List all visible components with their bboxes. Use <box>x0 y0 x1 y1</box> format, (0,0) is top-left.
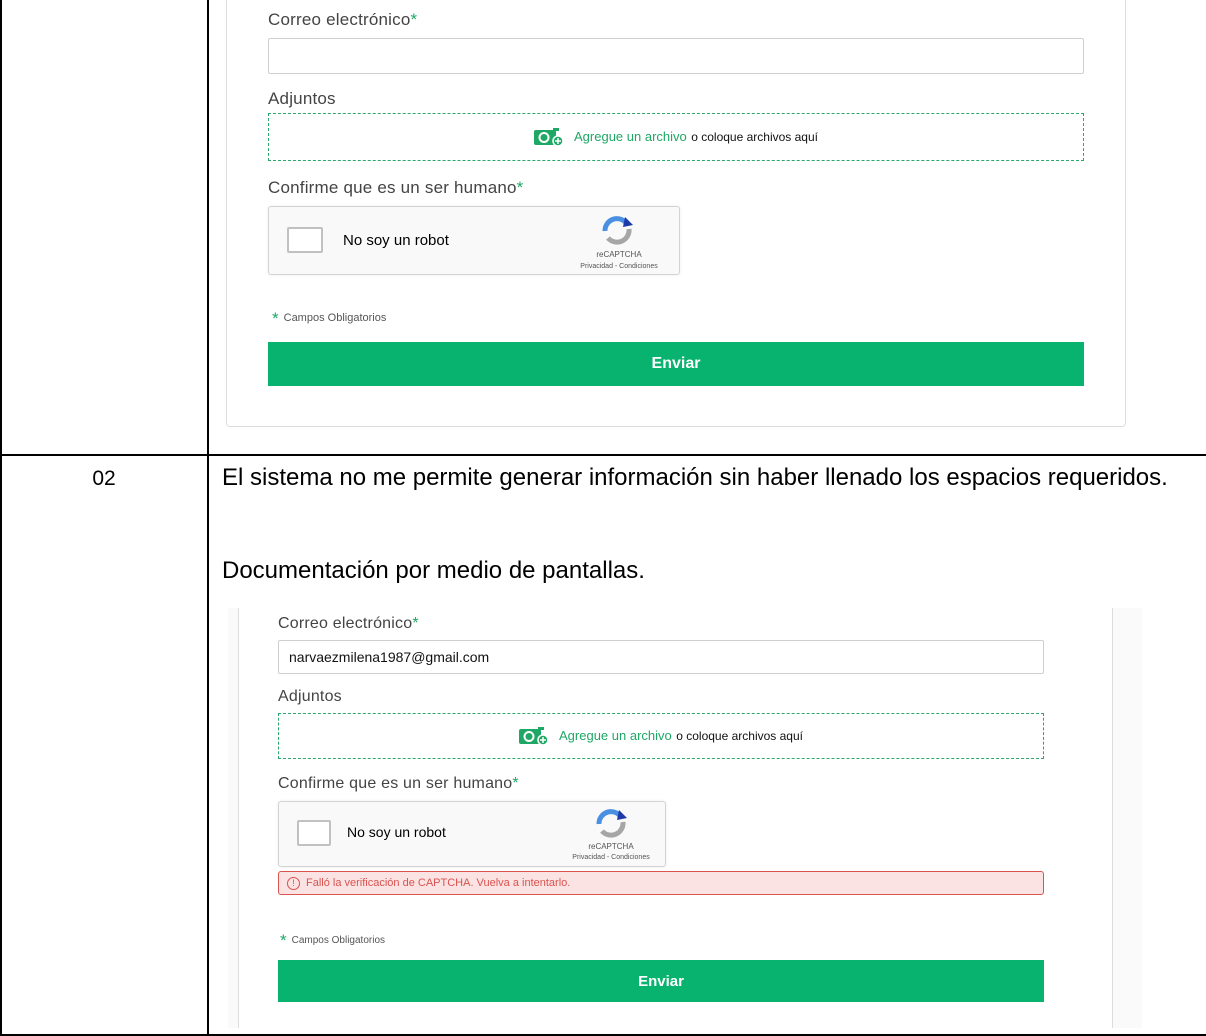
recaptcha-brand: reCAPTCHA <box>588 842 634 851</box>
recaptcha-checkbox[interactable] <box>297 820 331 846</box>
add-file-link[interactable]: Agregue un archivo <box>574 129 687 144</box>
recaptcha-widget: No soy un robot reCAPTCHA Privacidad - C… <box>268 206 680 275</box>
form-panel: Correo electrónico* narvaezmilena1987@gm… <box>238 608 1113 1028</box>
error-circle-icon: ! <box>287 876 300 890</box>
row-number: 02 <box>92 467 116 490</box>
email-label: Correo electrónico* <box>268 10 418 29</box>
attachments-dropzone[interactable]: Agregue un archivo o coloque archivos aq… <box>278 713 1044 759</box>
recaptcha-checkbox[interactable] <box>287 227 323 253</box>
form-screenshot-1: Correo electrónico* Adjuntos Agregue un … <box>226 0 1126 427</box>
captcha-error-alert: ! Falló la verificación de CAPTCHA. Vuel… <box>278 871 1044 895</box>
submit-button[interactable]: Enviar <box>278 960 1044 1002</box>
recaptcha-label: No soy un robot <box>343 232 449 249</box>
attachments-label: Adjuntos <box>278 688 342 705</box>
recaptcha-logo-icon <box>593 808 629 838</box>
add-file-link[interactable]: Agregue un archivo <box>559 728 672 743</box>
required-fields-note: * Campos Obligatorios <box>280 931 385 950</box>
table-column-divider <box>207 0 209 1036</box>
recaptcha-label: No soy un robot <box>347 824 446 840</box>
table-border-left <box>0 0 2 1036</box>
attach-file-icon <box>519 726 549 746</box>
recaptcha-brand: reCAPTCHA <box>596 250 642 259</box>
email-field[interactable]: narvaezmilena1987@gmail.com <box>278 640 1044 674</box>
attachments-label: Adjuntos <box>268 89 336 108</box>
human-check-label: Confirme que es un ser humano* <box>278 775 519 792</box>
documentation-caption: Documentación por medio de pantallas. <box>222 557 645 584</box>
recaptcha-terms-link[interactable]: Privacidad - Condiciones <box>559 263 679 270</box>
email-field[interactable] <box>268 38 1084 74</box>
recaptcha-widget: No soy un robot reCAPTCHA Privacidad - C… <box>278 801 666 867</box>
attachments-dropzone[interactable]: Agregue un archivo o coloque archivos aq… <box>268 113 1084 161</box>
captcha-error-message: Falló la verificación de CAPTCHA. Vuelva… <box>306 877 571 889</box>
recaptcha-terms-link[interactable]: Privacidad - Condiciones <box>551 854 671 861</box>
required-fields-note: * Campos Obligatorios <box>272 309 387 328</box>
submit-button[interactable]: Enviar <box>268 342 1084 386</box>
recaptcha-logo-icon <box>599 215 635 245</box>
drop-files-text: o coloque archivos aquí <box>676 729 803 743</box>
row-description: El sistema no me permite generar informa… <box>222 464 1168 491</box>
human-check-label: Confirme que es un ser humano* <box>268 178 524 197</box>
document-table: Correo electrónico* Adjuntos Agregue un … <box>0 0 1206 1036</box>
drop-files-text: o coloque archivos aquí <box>691 130 818 144</box>
attach-file-icon <box>534 127 564 147</box>
email-label: Correo electrónico* <box>278 615 419 632</box>
form-screenshot-2: Correo electrónico* narvaezmilena1987@gm… <box>228 608 1142 1028</box>
